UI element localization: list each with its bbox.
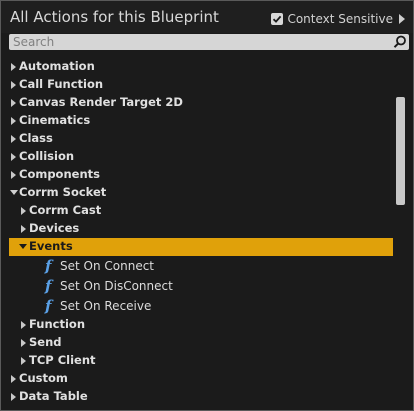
tree-item-automation[interactable]: Automation xyxy=(9,58,393,76)
function-icon: f xyxy=(45,257,52,275)
expand-caret-icon[interactable] xyxy=(11,171,16,179)
tree-item-function[interactable]: Function xyxy=(9,316,393,334)
tree-item-components[interactable]: Components xyxy=(9,166,393,184)
tree-item-collision[interactable]: Collision xyxy=(9,148,393,166)
panel-title: All Actions for this Blueprint xyxy=(10,8,219,26)
tree-item-set-on-receive[interactable]: f Set On Receive xyxy=(9,297,393,316)
expand-caret-icon[interactable] xyxy=(21,339,26,347)
blueprint-actions-panel: All Actions for this Blueprint Context S… xyxy=(0,0,414,411)
panel-header: All Actions for this Blueprint Context S… xyxy=(1,1,413,33)
function-icon: f xyxy=(45,277,52,295)
expand-caret-icon[interactable] xyxy=(11,135,16,143)
tree-item-cinematics[interactable]: Cinematics xyxy=(9,112,393,130)
expand-caret-icon[interactable] xyxy=(11,81,16,89)
vertical-scrollbar-thumb[interactable] xyxy=(396,97,405,205)
expand-caret-icon[interactable] xyxy=(21,321,26,329)
collapse-caret-icon[interactable] xyxy=(10,190,18,195)
action-tree[interactable]: Automation Call Function Canvas Render T… xyxy=(9,57,393,409)
tree-item-corm-cast[interactable]: Corrm Cast xyxy=(9,202,393,220)
expand-caret-icon[interactable] xyxy=(11,393,16,401)
context-sensitive-toggle[interactable]: Context Sensitive xyxy=(271,11,405,27)
tree-item-send[interactable]: Send xyxy=(9,334,393,352)
context-sensitive-checkbox[interactable] xyxy=(271,13,284,25)
tree-item-devices[interactable]: Devices xyxy=(9,220,393,238)
collapse-caret-icon[interactable] xyxy=(19,244,27,249)
tree-item-data-table[interactable]: Data Table xyxy=(9,388,393,406)
expand-arrow-icon[interactable] xyxy=(399,14,405,24)
search-input[interactable]: Search xyxy=(13,35,54,49)
tree-item-class[interactable]: Class xyxy=(9,130,393,148)
tree-item-corm-socket[interactable]: Corrm Socket xyxy=(9,184,393,202)
expand-caret-icon[interactable] xyxy=(11,375,16,383)
context-sensitive-label: Context Sensitive xyxy=(287,12,393,26)
expand-caret-icon[interactable] xyxy=(11,63,16,71)
search-box[interactable]: Search xyxy=(9,34,409,50)
function-icon: f xyxy=(45,297,52,315)
tree-item-set-on-connect[interactable]: f Set On Connect xyxy=(9,257,393,276)
expand-caret-icon[interactable] xyxy=(11,99,16,107)
checkmark-icon xyxy=(273,15,282,23)
expand-caret-icon[interactable] xyxy=(21,207,26,215)
tree-item-tcp-client[interactable]: TCP Client xyxy=(9,352,393,370)
expand-caret-icon[interactable] xyxy=(21,357,26,365)
tree-item-events[interactable]: Events xyxy=(9,238,393,256)
tree-item-call-function[interactable]: Call Function xyxy=(9,76,393,94)
expand-caret-icon[interactable] xyxy=(11,153,16,161)
expand-caret-icon[interactable] xyxy=(11,117,16,125)
tree-item-canvas-render-target[interactable]: Canvas Render Target 2D xyxy=(9,94,393,112)
expand-caret-icon[interactable] xyxy=(21,225,26,233)
tree-item-custom[interactable]: Custom xyxy=(9,370,393,388)
tree-item-set-on-disconnect[interactable]: f Set On DisConnect xyxy=(9,277,393,296)
search-icon[interactable] xyxy=(393,35,407,49)
